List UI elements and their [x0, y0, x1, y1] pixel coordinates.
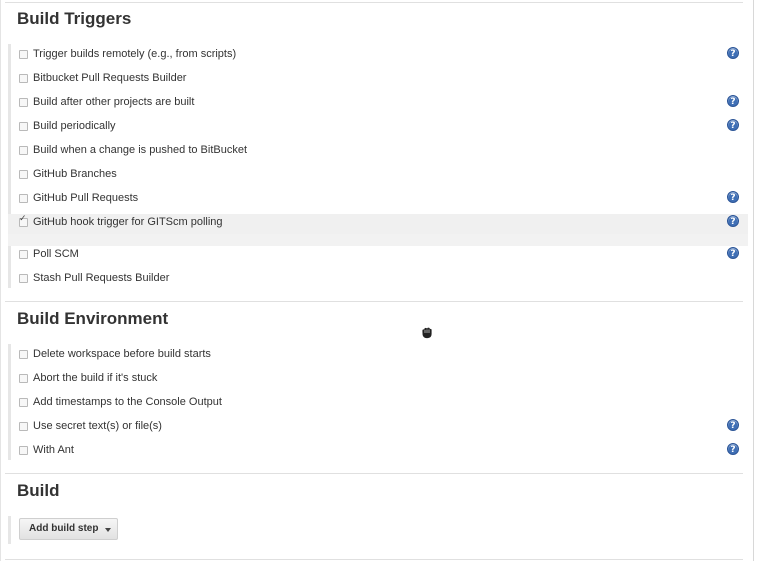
checkbox-bitbucket-push[interactable]	[19, 146, 28, 155]
checkbox-label: Build periodically	[33, 120, 116, 132]
question-circle-icon[interactable]: ?	[727, 119, 739, 131]
checkbox-label: Build after other projects are built	[33, 96, 195, 108]
hand-grab-cursor-icon	[421, 326, 433, 339]
checkbox-label: Trigger builds remotely (e.g., from scri…	[33, 48, 237, 60]
checkbox-label: Use secret text(s) or file(s)	[33, 420, 162, 432]
checkbox-delete-workspace[interactable]	[19, 350, 28, 359]
section-divider	[5, 301, 743, 302]
checkbox-label: Add timestamps to the Console Output	[33, 396, 222, 408]
checkbox-label: Delete workspace before build starts	[33, 348, 211, 360]
section-bar-build	[8, 516, 11, 544]
checkbox-bitbucket-pr[interactable]	[19, 74, 28, 83]
question-circle-icon[interactable]: ?	[727, 443, 739, 455]
env-row-with-ant[interactable]: With Ant ?	[8, 442, 748, 462]
checkbox-github-branches[interactable]	[19, 170, 28, 179]
trigger-row-github-hook[interactable]: GitHub hook trigger for GITScm polling ?	[8, 214, 748, 246]
question-circle-icon[interactable]: ?	[727, 419, 739, 431]
checkbox-label: GitHub Pull Requests	[33, 192, 139, 204]
checkbox-periodically[interactable]	[19, 122, 28, 131]
section-divider	[5, 559, 743, 560]
question-circle-icon[interactable]: ?	[727, 47, 739, 59]
env-row-delete-workspace[interactable]: Delete workspace before build starts	[8, 346, 748, 366]
add-build-step-label: Add build step	[29, 523, 99, 534]
checkbox-with-ant[interactable]	[19, 446, 28, 455]
checkbox-label: Build when a change is pushed to BitBuck…	[33, 144, 248, 156]
checkbox-label: Poll SCM	[33, 248, 79, 260]
question-circle-icon[interactable]: ?	[727, 95, 739, 107]
env-row-timestamps[interactable]: Add timestamps to the Console Output	[8, 394, 748, 414]
trigger-row-bitbucket-push[interactable]: Build when a change is pushed to BitBuck…	[8, 142, 748, 162]
trigger-row-github-pr[interactable]: GitHub Pull Requests ?	[8, 190, 748, 210]
env-row-abort-stuck[interactable]: Abort the build if it's stuck	[8, 370, 748, 390]
section-title-build: Build	[17, 481, 60, 500]
question-circle-icon[interactable]: ?	[727, 247, 739, 259]
checkbox-trigger-remote[interactable]	[19, 50, 28, 59]
question-circle-icon[interactable]: ?	[727, 191, 739, 203]
checkbox-label: With Ant	[33, 444, 74, 456]
checkbox-abort-stuck[interactable]	[19, 374, 28, 383]
add-build-step-button[interactable]: Add build step	[19, 518, 118, 540]
checkbox-label: Abort the build if it's stuck	[33, 372, 158, 384]
trigger-row-stash-pr[interactable]: Stash Pull Requests Builder	[8, 270, 748, 290]
checkbox-secret-text[interactable]	[19, 422, 28, 431]
trigger-row-poll-scm[interactable]: Poll SCM ?	[8, 246, 748, 266]
env-row-secret-text[interactable]: Use secret text(s) or file(s) ?	[8, 418, 748, 438]
checkbox-poll-scm[interactable]	[19, 250, 28, 259]
section-title-build-environment: Build Environment	[17, 309, 169, 328]
section-divider	[5, 473, 743, 474]
caret-down-icon	[105, 528, 111, 532]
trigger-row-github-branches[interactable]: GitHub Branches	[8, 166, 748, 186]
checkbox-after-other-projects[interactable]	[19, 98, 28, 107]
checkbox-github-pr[interactable]	[19, 194, 28, 203]
checkbox-label: Bitbucket Pull Requests Builder	[33, 72, 187, 84]
checkbox-github-hook[interactable]	[19, 214, 28, 227]
checkbox-label: GitHub Branches	[33, 168, 117, 180]
trigger-row-periodically[interactable]: Build periodically ?	[8, 118, 748, 138]
section-title-build-triggers: Build Triggers	[17, 9, 132, 28]
checkbox-stash-pr[interactable]	[19, 274, 28, 283]
checkbox-label: Stash Pull Requests Builder	[33, 272, 170, 284]
trigger-row-after-other-projects[interactable]: Build after other projects are built ?	[8, 94, 748, 114]
top-divider	[5, 2, 743, 3]
trigger-row-remote[interactable]: Trigger builds remotely (e.g., from scri…	[8, 46, 748, 66]
checkbox-timestamps[interactable]	[19, 398, 28, 407]
checkbox-label: GitHub hook trigger for GITScm polling	[33, 216, 223, 228]
question-circle-icon[interactable]: ?	[727, 215, 739, 227]
trigger-row-bitbucket-pr[interactable]: Bitbucket Pull Requests Builder	[8, 70, 748, 90]
